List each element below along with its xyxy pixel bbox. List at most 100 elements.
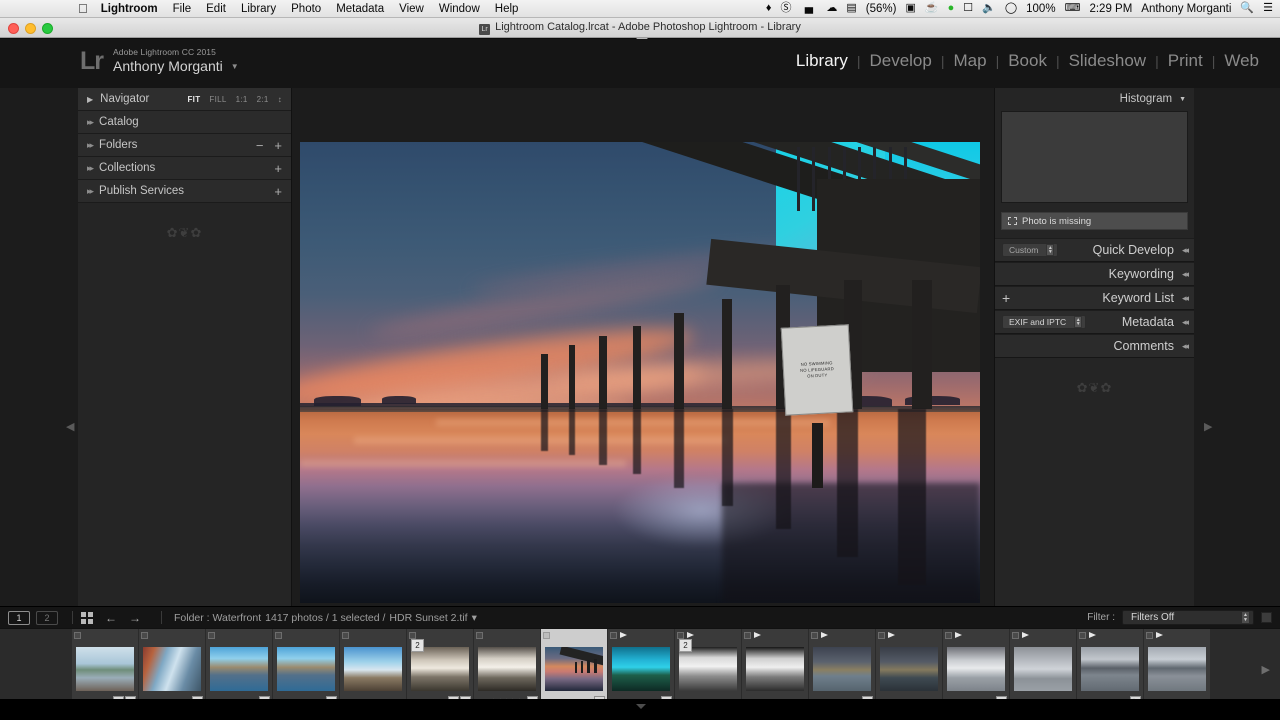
loupe-image-container[interactable]: NO SWIMMING NO LIFEGUARD ON DUTY (300, 142, 980, 603)
filmstrip-thumbnail[interactable] (1144, 629, 1211, 709)
flag-badge-icon[interactable] (1089, 632, 1096, 638)
notification-center-icon[interactable]: ☰ (1263, 3, 1273, 14)
disclosure-triangle-icon[interactable]: ▸▸ (87, 186, 94, 197)
stack-badge-icon[interactable] (744, 631, 751, 639)
module-print[interactable]: Print (1159, 51, 1212, 71)
module-map[interactable]: Map (944, 51, 995, 71)
circle-slash-icon[interactable]: Ⓢ (780, 3, 791, 14)
disclosure-triangle-icon[interactable]: ▸▸ (87, 140, 94, 151)
identity-plate[interactable]: Lr Adobe Lightroom CC 2015 Anthony Morga… (80, 47, 239, 74)
filmstrip-thumbnail[interactable] (1010, 629, 1077, 709)
zoom-1-1[interactable]: 1:1 (236, 95, 248, 104)
stack-badge-icon[interactable] (1079, 631, 1086, 639)
stepper-icon[interactable]: ▲ ▼ (1074, 316, 1083, 328)
collapse-icon[interactable]: ◂◂ (1182, 293, 1189, 304)
screen-2-button[interactable]: 2 (36, 610, 58, 625)
menu-view[interactable]: View (399, 3, 424, 15)
flag-badge-icon[interactable] (754, 632, 761, 638)
disclosure-triangle-icon[interactable]: ▸▸ (87, 163, 94, 174)
menu-help[interactable]: Help (495, 3, 519, 15)
filmstrip-thumbnail[interactable]: ◢ (943, 629, 1010, 709)
add-folder-icon[interactable]: + (274, 138, 282, 153)
collapse-icon[interactable]: ◂◂ (1182, 341, 1189, 352)
collapse-icon[interactable]: ◂◂ (1182, 245, 1189, 256)
filmstrip-thumbnail[interactable] (742, 629, 809, 709)
left-panel-toggle-icon[interactable]: ◀ (66, 422, 77, 433)
stack-badge-icon[interactable] (543, 631, 550, 639)
selected-file-label[interactable]: HDR Sunset 2.tif (389, 612, 467, 624)
stack-badge-icon[interactable] (945, 631, 952, 639)
menu-library[interactable]: Library (241, 3, 276, 15)
panel-metadata[interactable]: EXIF and IPTC ▲ ▼ Metadata ◂◂ (995, 310, 1194, 334)
stepper-icon[interactable]: ↕ (278, 95, 282, 104)
cloud-icon[interactable]: ☁ (826, 3, 837, 14)
filmstrip-thumbnail[interactable]: ▣ ◢ (72, 629, 139, 709)
menu-app-name[interactable]: Lightroom (101, 3, 158, 15)
navigator-panel-header[interactable]: ▶ Navigator FIT FILL 1:1 2:1 ↕ (78, 88, 291, 111)
panel-quick-develop[interactable]: Custom ▲ ▼ Quick Develop ◂◂ (995, 238, 1194, 262)
filmstrip-thumbnail[interactable]: ◢ (206, 629, 273, 709)
add-keyword-icon[interactable]: + (1002, 290, 1010, 306)
photo-missing-banner[interactable]: Photo is missing (1001, 212, 1188, 230)
battery-status-icon[interactable]: ▤ (846, 3, 856, 14)
stack-badge-icon[interactable] (275, 631, 282, 639)
right-panel-toggle-icon[interactable]: ▶ (1204, 422, 1215, 433)
add-publish-service-icon[interactable]: + (274, 184, 282, 199)
module-web[interactable]: Web (1215, 51, 1268, 71)
stack-badge-icon[interactable] (208, 631, 215, 639)
apple-icon[interactable]:  (78, 2, 88, 15)
disclosure-triangle-icon[interactable]: ▶ (87, 95, 93, 104)
menu-edit[interactable]: Edit (206, 3, 226, 15)
stack-count-badge[interactable]: 2 (679, 639, 692, 652)
flag-badge-icon[interactable] (1156, 632, 1163, 638)
disclosure-triangle-icon[interactable]: ▸▸ (87, 117, 94, 128)
search-icon[interactable]: 🔍 (1240, 3, 1254, 14)
clock[interactable]: 2:29 PM (1089, 3, 1132, 15)
filmstrip-next-icon[interactable]: ▶ (1262, 663, 1270, 676)
green-circle-icon[interactable]: ● (948, 3, 955, 14)
filmstrip-thumbnail[interactable]: ◈ (273, 629, 340, 709)
display-icon[interactable]: ▣ (905, 3, 915, 14)
back-arrow-icon[interactable]: ← (105, 611, 117, 625)
stack-badge-icon[interactable] (677, 631, 684, 639)
panel-keyword-list[interactable]: + Keyword List ◂◂ (995, 286, 1194, 310)
folder-breadcrumb[interactable]: Folder : Waterfront (174, 612, 261, 624)
panel-keywording[interactable]: Keywording ◂◂ (995, 262, 1194, 286)
flag-badge-icon[interactable] (955, 632, 962, 638)
filmstrip-thumbnail[interactable]: ◈ ★★★★★ (474, 629, 541, 709)
stack-badge-icon[interactable] (878, 631, 885, 639)
filmstrip-thumbnail-selected[interactable]: ◢ (541, 629, 608, 709)
add-collection-icon[interactable]: + (274, 161, 282, 176)
flag-badge-icon[interactable] (687, 632, 694, 638)
flag-badge-icon[interactable] (888, 632, 895, 638)
histogram-graph[interactable] (1001, 111, 1188, 203)
filmstrip-thumbnail[interactable]: ⚑ (1077, 629, 1144, 709)
close-button[interactable] (8, 23, 19, 34)
collapse-icon[interactable]: ◂◂ (1182, 269, 1189, 280)
filmstrip-thumbnail[interactable] (876, 629, 943, 709)
coffee-icon[interactable]: ☕ (925, 3, 939, 14)
chevron-down-icon[interactable]: ▼ (231, 62, 239, 71)
menu-window[interactable]: Window (439, 3, 480, 15)
menu-metadata[interactable]: Metadata (336, 3, 384, 15)
sidebar-item-folders[interactable]: ▸▸ Folders − + (78, 134, 291, 157)
stack-count-badge[interactable]: 2 (411, 639, 424, 652)
wifi-signal-icon[interactable]: ▗▖ (800, 3, 817, 14)
zoom-fit[interactable]: FIT (188, 95, 201, 104)
keyboard-icon[interactable]: ⌨ (1065, 3, 1081, 14)
quick-develop-preset-select[interactable]: Custom ▲ ▼ (1002, 243, 1059, 257)
panel-comments[interactable]: Comments ◂◂ (995, 334, 1194, 358)
stack-badge-icon[interactable] (1146, 631, 1153, 639)
forward-arrow-icon[interactable]: → (129, 611, 141, 625)
stack-badge-icon[interactable] (74, 631, 81, 639)
minimize-button[interactable] (25, 23, 36, 34)
histogram-header[interactable]: Histogram ▼ (995, 88, 1194, 110)
flag-badge-icon[interactable] (1022, 632, 1029, 638)
filmstrip-thumbnail[interactable]: 2 ◈ ◢ (407, 629, 474, 709)
stack-badge-icon[interactable] (476, 631, 483, 639)
sidebar-item-publish-services[interactable]: ▸▸ Publish Services + (78, 180, 291, 203)
metadata-preset-select[interactable]: EXIF and IPTC ▲ ▼ (1002, 315, 1087, 329)
module-book[interactable]: Book (999, 51, 1056, 71)
module-library[interactable]: Library (787, 51, 857, 71)
photo-pier-sunset[interactable]: NO SWIMMING NO LIFEGUARD ON DUTY (300, 142, 980, 603)
